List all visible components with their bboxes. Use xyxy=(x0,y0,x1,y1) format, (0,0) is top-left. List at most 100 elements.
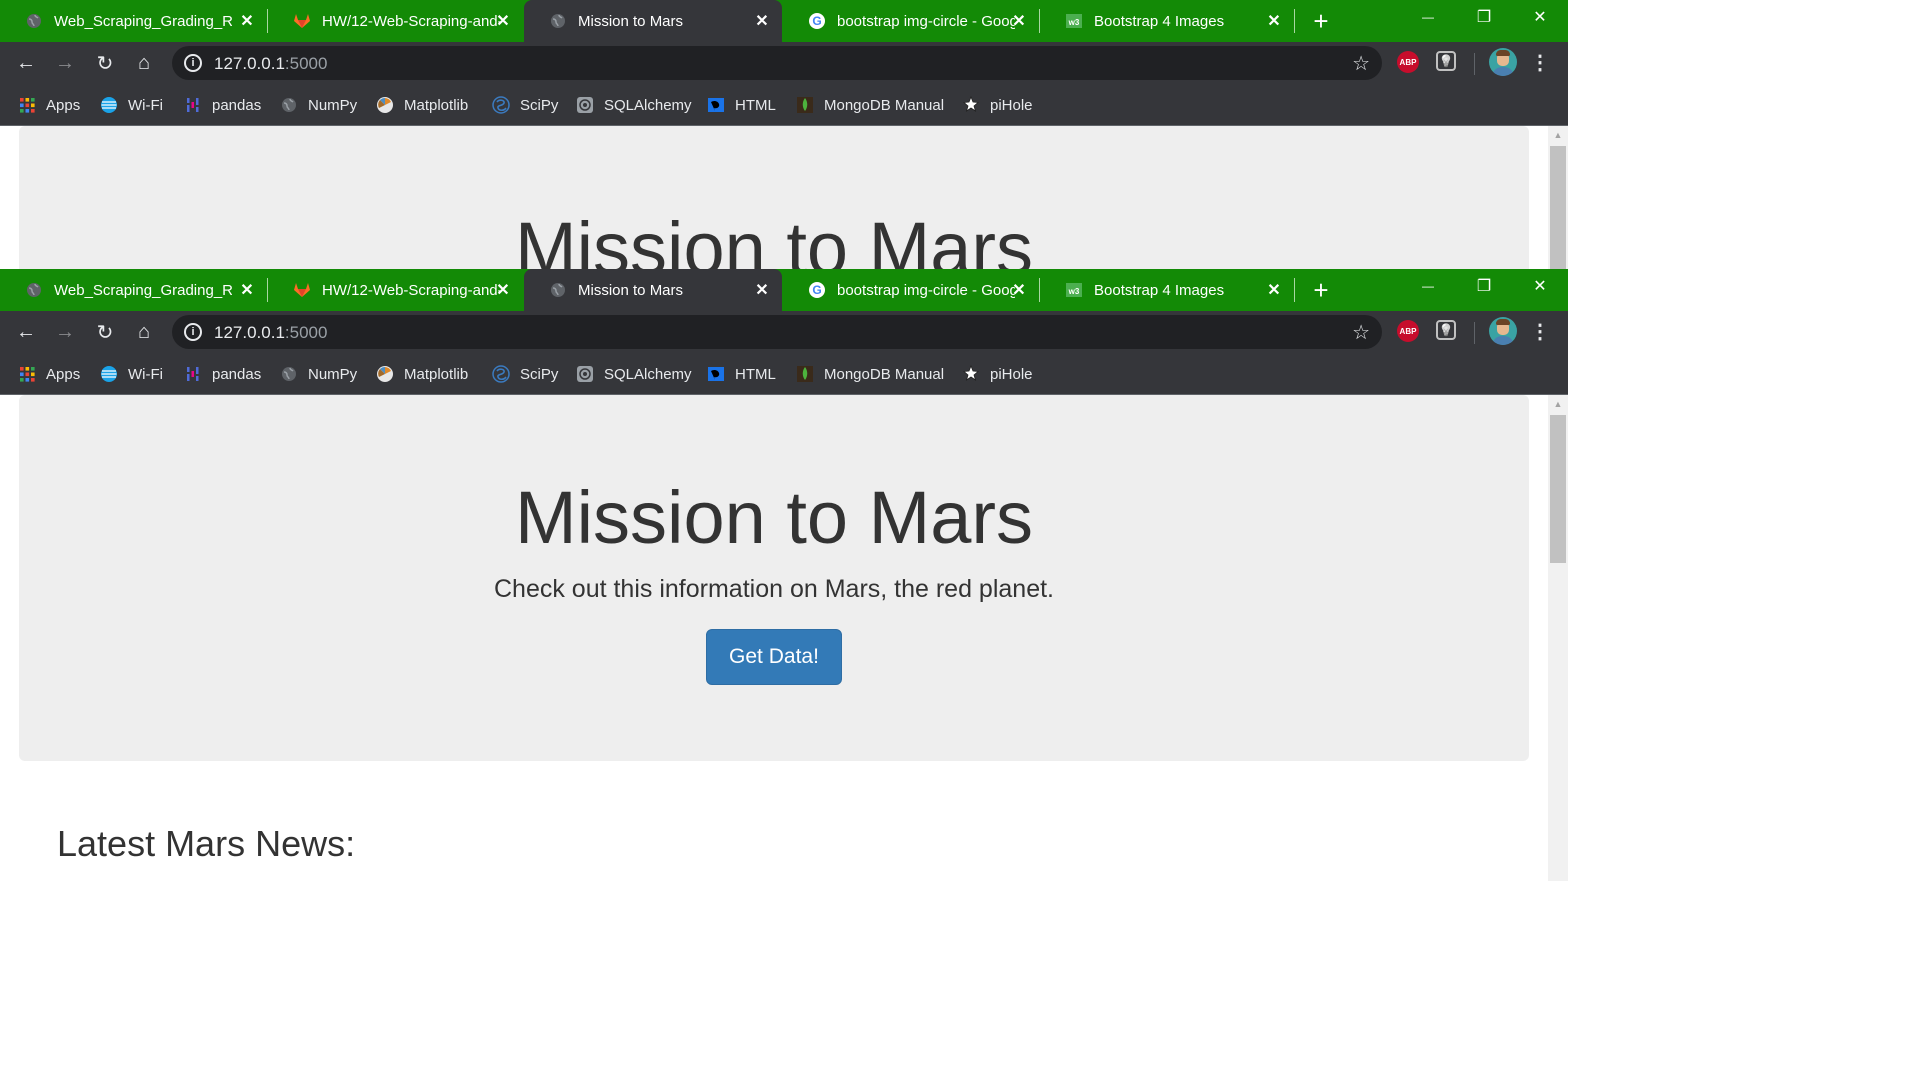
site-info-icon[interactable]: i xyxy=(184,323,202,341)
lightbulb-extension-icon[interactable]: 💡 xyxy=(1436,320,1456,340)
browser-tab[interactable]: w3 Bootstrap 4 Images ✕ xyxy=(1040,0,1294,42)
bookmark-label: Wi-Fi xyxy=(128,96,163,114)
back-arrow-icon[interactable]: ← xyxy=(11,317,41,347)
bookmark-item[interactable]: Matplotlib xyxy=(376,93,468,117)
scroll-up-arrow-icon[interactable]: ▲ xyxy=(1548,395,1568,413)
tab-title: HW/12-Web-Scraping-and- xyxy=(322,281,500,299)
bookmark-item[interactable]: SciPy xyxy=(492,93,558,117)
browser-toolbar: ← → ↻ ⌂ i 127.0.0.1:5000 ☆ ABP 💡 ⋮ xyxy=(0,311,1568,354)
bookmark-item[interactable]: SQLAlchemy xyxy=(576,93,692,117)
adblock-plus-icon[interactable]: ABP xyxy=(1397,51,1419,73)
bookmark-item[interactable]: piHole xyxy=(962,93,1033,117)
scroll-thumb-back[interactable] xyxy=(1550,146,1566,269)
pandas-icon xyxy=(184,96,202,114)
w3schools-icon: w3 xyxy=(1065,281,1083,299)
address-url[interactable]: 127.0.0.1:5000 xyxy=(214,323,327,343)
bookmark-item[interactable]: MongoDB Manual xyxy=(796,362,944,386)
browser-tab[interactable]: Gbootstrap img-circle - Goog ✕ xyxy=(783,269,1039,311)
url-host: 127.0.0.1 xyxy=(214,323,285,342)
bookmark-item[interactable]: Wi-Fi xyxy=(100,362,163,386)
bookmark-label: Apps xyxy=(46,365,81,383)
close-window-icon[interactable]: ✕ xyxy=(1512,269,1568,303)
browser-tab[interactable]: Gbootstrap img-circle - Goog ✕ xyxy=(783,0,1039,42)
new-tab-plus-icon[interactable]: + xyxy=(1306,275,1336,305)
bookmark-label: SQLAlchemy xyxy=(604,96,692,114)
scrollbar-back[interactable]: ▲ xyxy=(1548,126,1568,269)
bookmark-item[interactable]: NumPy xyxy=(280,93,357,117)
reload-icon[interactable]: ↻ xyxy=(90,48,120,78)
browser-tab[interactable]: HW/12-Web-Scraping-and- ✕ xyxy=(268,0,523,42)
new-tab-plus-icon[interactable]: + xyxy=(1306,6,1336,36)
att-globe-icon xyxy=(100,96,118,114)
bookmark-label: SciPy xyxy=(520,365,559,383)
browser-tab[interactable]: Mission to Mars ✕ xyxy=(524,0,782,42)
scipy-icon xyxy=(492,365,510,383)
bookmark-label: MongoDB Manual xyxy=(824,96,945,114)
close-tab-icon[interactable]: ✕ xyxy=(493,11,513,31)
close-tab-icon[interactable]: ✕ xyxy=(1009,11,1029,31)
forward-arrow-icon[interactable]: → xyxy=(50,317,80,347)
browser-menu-icon[interactable]: ⋮ xyxy=(1530,50,1550,76)
browser-tab[interactable]: Web_Scraping_Grading_Rul ✕ xyxy=(0,0,267,42)
bookmark-item[interactable]: pandas xyxy=(184,362,261,386)
tab-title: Mission to Mars xyxy=(578,281,684,299)
address-bar[interactable]: i 127.0.0.1:5000 ☆ xyxy=(172,46,1382,80)
minimize-window-icon[interactable]: — xyxy=(1400,269,1456,303)
bookmark-item[interactable]: Apps xyxy=(18,362,80,386)
close-tab-icon[interactable]: ✕ xyxy=(237,280,257,300)
browser-menu-icon[interactable]: ⋮ xyxy=(1530,319,1550,345)
globe-icon xyxy=(280,96,298,114)
address-url[interactable]: 127.0.0.1:5000 xyxy=(214,54,327,74)
bookmark-item[interactable]: SciPy xyxy=(492,362,558,386)
close-tab-icon[interactable]: ✕ xyxy=(752,280,772,300)
lightbulb-extension-icon[interactable]: 💡 xyxy=(1436,51,1456,71)
svg-text:w3: w3 xyxy=(1068,18,1080,27)
browser-tab[interactable]: HW/12-Web-Scraping-and- ✕ xyxy=(268,269,523,311)
close-tab-icon[interactable]: ✕ xyxy=(1264,280,1284,300)
bookmark-item[interactable]: piHole xyxy=(962,362,1033,386)
pihole-icon xyxy=(962,365,980,383)
bookmark-star-icon[interactable]: ☆ xyxy=(1352,320,1370,345)
forward-arrow-icon[interactable]: → xyxy=(50,48,80,78)
bookmark-item[interactable]: Wi-Fi xyxy=(100,93,163,117)
browser-tab[interactable]: w3 Bootstrap 4 Images ✕ xyxy=(1040,269,1294,311)
restore-window-icon[interactable]: ❐ xyxy=(1456,269,1512,303)
apps-grid-icon xyxy=(18,365,36,383)
browser-tab[interactable]: Web_Scraping_Grading_Rul ✕ xyxy=(0,269,267,311)
profile-avatar[interactable] xyxy=(1489,317,1517,345)
bookmark-star-icon[interactable]: ☆ xyxy=(1352,51,1370,76)
home-icon[interactable]: ⌂ xyxy=(129,48,159,78)
bookmark-label: SQLAlchemy xyxy=(604,365,692,383)
close-window-icon[interactable]: ✕ xyxy=(1512,0,1568,34)
bookmark-item[interactable]: HTML xyxy=(707,362,776,386)
bookmark-item[interactable]: HTML xyxy=(707,93,776,117)
close-tab-icon[interactable]: ✕ xyxy=(493,280,513,300)
restore-window-icon[interactable]: ❐ xyxy=(1456,0,1512,34)
reload-icon[interactable]: ↻ xyxy=(90,317,120,347)
home-icon[interactable]: ⌂ xyxy=(129,317,159,347)
close-tab-icon[interactable]: ✕ xyxy=(237,11,257,31)
bookmark-label: HTML xyxy=(735,96,776,114)
profile-avatar[interactable] xyxy=(1489,48,1517,76)
bookmark-item[interactable]: Apps xyxy=(18,93,80,117)
bookmark-item[interactable]: SQLAlchemy xyxy=(576,362,692,386)
close-tab-icon[interactable]: ✕ xyxy=(1264,11,1284,31)
close-tab-icon[interactable]: ✕ xyxy=(1009,280,1029,300)
browser-tab[interactable]: Mission to Mars ✕ xyxy=(524,269,782,311)
bookmark-item[interactable]: NumPy xyxy=(280,362,357,386)
minimize-window-icon[interactable]: — xyxy=(1400,0,1456,34)
scroll-up-arrow-icon[interactable]: ▲ xyxy=(1548,126,1568,144)
scrollbar[interactable]: ▲ xyxy=(1548,395,1568,881)
bookmark-item[interactable]: MongoDB Manual xyxy=(796,93,944,117)
scroll-thumb[interactable] xyxy=(1550,415,1566,563)
bookmark-item[interactable]: Matplotlib xyxy=(376,362,468,386)
get-data-button[interactable]: Get Data! xyxy=(706,629,842,685)
close-tab-icon[interactable]: ✕ xyxy=(752,11,772,31)
site-info-icon[interactable]: i xyxy=(184,54,202,72)
address-bar[interactable]: i 127.0.0.1:5000 ☆ xyxy=(172,315,1382,349)
bookmark-label: pandas xyxy=(212,365,262,383)
google-icon: G xyxy=(808,12,826,30)
bookmark-item[interactable]: pandas xyxy=(184,93,261,117)
back-arrow-icon[interactable]: ← xyxy=(11,48,41,78)
adblock-plus-icon[interactable]: ABP xyxy=(1397,320,1419,342)
